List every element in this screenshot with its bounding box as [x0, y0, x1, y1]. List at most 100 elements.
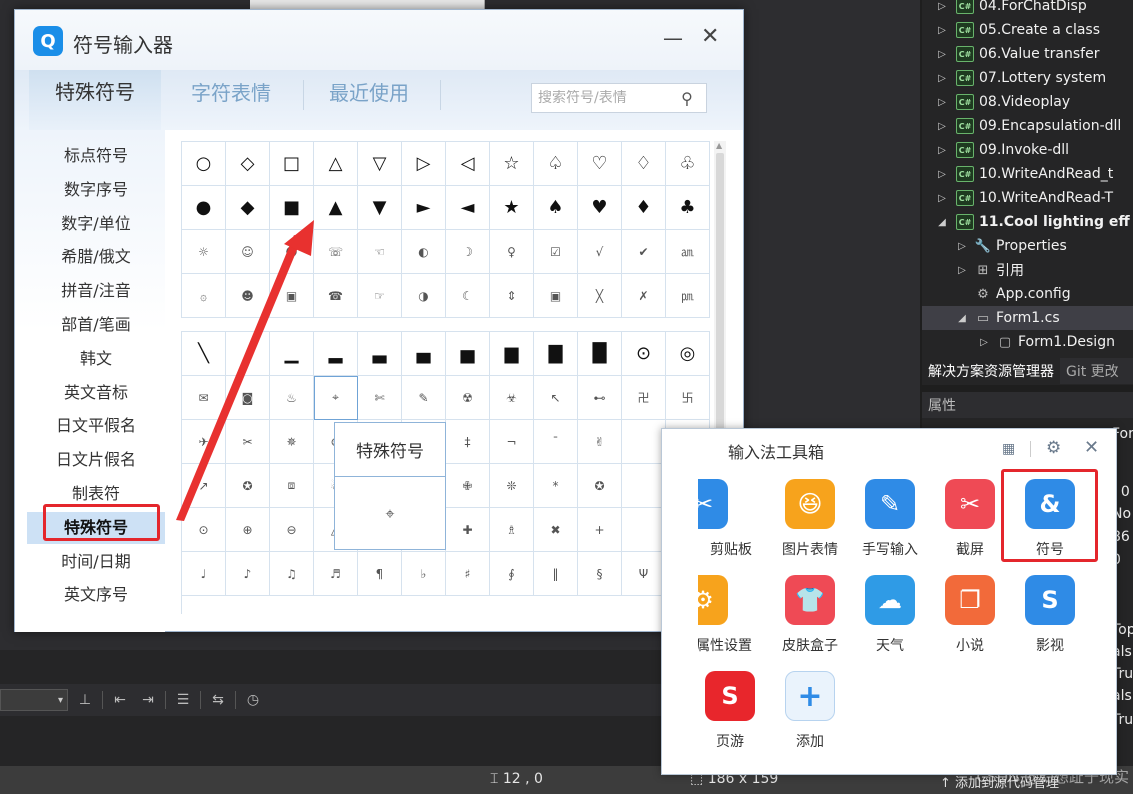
- symbol-cell[interactable]: ☽: [446, 230, 490, 274]
- minimize-icon[interactable]: —: [663, 26, 683, 50]
- collapsed-arrow-icon[interactable]: ▷: [936, 1, 948, 12]
- symbol-cell[interactable]: ‖: [534, 552, 578, 596]
- collapsed-arrow-icon[interactable]: ▷: [978, 337, 990, 348]
- solution-item[interactable]: ◢ C# 11.Cool lighting eff: [922, 210, 1133, 234]
- symbol-cell[interactable]: ✉: [182, 376, 226, 420]
- collapsed-arrow-icon[interactable]: ▷: [936, 97, 948, 108]
- scroll-thumb[interactable]: [716, 153, 724, 433]
- solution-item[interactable]: ▷ C# 10.WriteAndRead-T: [922, 186, 1133, 210]
- symbol-cell[interactable]: ∮: [490, 552, 534, 596]
- symbol-cell[interactable]: ▣: [270, 274, 314, 318]
- scroll-up-icon[interactable]: ▲: [716, 141, 722, 150]
- symbol-cell[interactable]: ☾: [446, 274, 490, 318]
- category-item[interactable]: 日文平假名: [27, 410, 165, 442]
- symbol-cell[interactable]: ▂: [314, 332, 358, 376]
- gear-icon[interactable]: ⚙: [1046, 438, 1061, 458]
- symbol-cell[interactable]: ♧: [666, 142, 710, 186]
- symbol-cell[interactable]: 卍: [622, 376, 666, 420]
- solution-item[interactable]: ▷ ⊞ 引用: [922, 258, 1133, 282]
- solution-item[interactable]: ▷ 🔧 Properties: [922, 234, 1133, 258]
- collapsed-arrow-icon[interactable]: ▷: [936, 169, 948, 180]
- symbol-cell[interactable]: ☺: [226, 230, 270, 274]
- search-icon[interactable]: ⚲: [672, 89, 702, 108]
- collapsed-arrow-icon[interactable]: ▷: [936, 25, 948, 36]
- symbol-cell[interactable]: ♪: [226, 552, 270, 596]
- tab-solution-explorer[interactable]: 解决方案资源管理器: [922, 358, 1060, 384]
- symbol-cell[interactable]: ♨: [270, 376, 314, 420]
- symbol-cell[interactable]: ✔: [622, 230, 666, 274]
- symbol-cell[interactable]: ㏂: [666, 230, 710, 274]
- symbol-cell[interactable]: ✪: [578, 464, 622, 508]
- collapsed-arrow-icon[interactable]: ▷: [936, 49, 948, 60]
- symbol-cell[interactable]: ✌: [578, 420, 622, 464]
- solution-item[interactable]: ▷ C# 09.Encapsulation-dll: [922, 114, 1133, 138]
- symbol-cell[interactable]: ◑: [402, 274, 446, 318]
- symbol-cell[interactable]: ◎: [666, 332, 710, 376]
- symbol-cell[interactable]: ▽: [358, 142, 402, 186]
- symbol-cell[interactable]: ◁: [446, 142, 490, 186]
- symbol-cell[interactable]: ▲: [314, 186, 358, 230]
- tab-char-emoticons[interactable]: 字符表情: [191, 80, 271, 106]
- symbol-cell[interactable]: ㏘: [666, 274, 710, 318]
- toolbox-tool[interactable]: ✎ 手写输入: [850, 479, 930, 569]
- category-item[interactable]: 希腊/俄文: [27, 241, 165, 273]
- close-icon[interactable]: ✕: [701, 24, 719, 49]
- symbol-cell[interactable]: 卐: [666, 376, 710, 420]
- solution-item[interactable]: ⚙ App.config: [922, 282, 1133, 306]
- toolbox-tool[interactable]: ✂ 剪贴板: [698, 479, 758, 569]
- close-icon[interactable]: ✕: [1084, 437, 1099, 458]
- symbol-cell[interactable]: [622, 464, 666, 508]
- tab-recent[interactable]: 最近使用: [329, 80, 409, 106]
- symbol-cell[interactable]: ●: [182, 186, 226, 230]
- symbol-cell[interactable]: ✪: [226, 464, 270, 508]
- toolbox-tool[interactable]: S 影视: [1010, 575, 1090, 665]
- outdent-icon[interactable]: ⇤: [109, 689, 131, 711]
- symbol-cell[interactable]: ¶: [358, 552, 402, 596]
- tab-special-symbols[interactable]: 特殊符号: [29, 70, 161, 130]
- symbol-cell[interactable]: ✚: [446, 508, 490, 552]
- symbol-cell[interactable]: ⊷: [578, 376, 622, 420]
- symbol-cell[interactable]: ♀: [490, 230, 534, 274]
- symbol-cell[interactable]: ▅: [446, 332, 490, 376]
- symbol-cell[interactable]: ★: [490, 186, 534, 230]
- symbol-cell[interactable]: ⊙: [182, 508, 226, 552]
- solution-item[interactable]: ▷ C# 07.Lottery system: [922, 66, 1133, 90]
- toolbox-tool[interactable]: 😆 图片表情: [770, 479, 850, 569]
- toolbox-tool[interactable]: + 添加: [770, 671, 850, 761]
- symbol-cell[interactable]: ╳: [578, 274, 622, 318]
- symbol-cell[interactable]: ♥: [578, 186, 622, 230]
- category-item[interactable]: 韩文: [27, 343, 165, 375]
- symbol-search-input[interactable]: [532, 90, 672, 106]
- symbol-cell[interactable]: +: [578, 508, 622, 552]
- symbol-cell[interactable]: ♠: [534, 186, 578, 230]
- symbol-cell[interactable]: ◐: [402, 230, 446, 274]
- category-item[interactable]: 英文序号: [27, 579, 165, 611]
- symbol-cell[interactable]: ‡: [446, 420, 490, 464]
- symbol-cell[interactable]: ♣: [666, 186, 710, 230]
- category-item[interactable]: 标点符号: [27, 140, 165, 172]
- symbol-cell[interactable]: ✎: [402, 376, 446, 420]
- symbol-cell[interactable]: *: [534, 464, 578, 508]
- collapsed-arrow-icon[interactable]: ▷: [936, 73, 948, 84]
- symbol-cell[interactable]: ⧈: [270, 464, 314, 508]
- toolbox-tool[interactable]: ✂ 截屏: [930, 479, 1010, 569]
- symbol-cell[interactable]: ♬: [314, 552, 358, 596]
- symbol-cell[interactable]: ☑: [534, 230, 578, 274]
- symbol-cell[interactable]: ⊕: [226, 508, 270, 552]
- symbol-cell[interactable]: ☜: [358, 230, 402, 274]
- solution-item[interactable]: ▷ C# 09.Invoke-dll: [922, 138, 1133, 162]
- symbol-cell[interactable]: ⊖: [270, 508, 314, 552]
- indent-icon[interactable]: ⇥: [137, 689, 159, 711]
- symbol-cell[interactable]: ♗: [490, 508, 534, 552]
- symbol-cell[interactable]: ☼: [182, 230, 226, 274]
- category-item[interactable]: 数字序号: [27, 174, 165, 206]
- symbol-cell[interactable]: ☞: [358, 274, 402, 318]
- symbol-cell[interactable]: ▃: [358, 332, 402, 376]
- symbol-cell[interactable]: △: [314, 142, 358, 186]
- category-item[interactable]: 英文音标: [27, 377, 165, 409]
- tab-git-changes[interactable]: Git 更改: [1060, 358, 1125, 384]
- toolbar-combo[interactable]: ▾: [0, 689, 68, 711]
- symbol-cell[interactable]: ✖: [534, 508, 578, 552]
- solution-item[interactable]: ▷ C# 10.WriteAndRead_t: [922, 162, 1133, 186]
- symbol-cell[interactable]: ⌖: [314, 376, 358, 420]
